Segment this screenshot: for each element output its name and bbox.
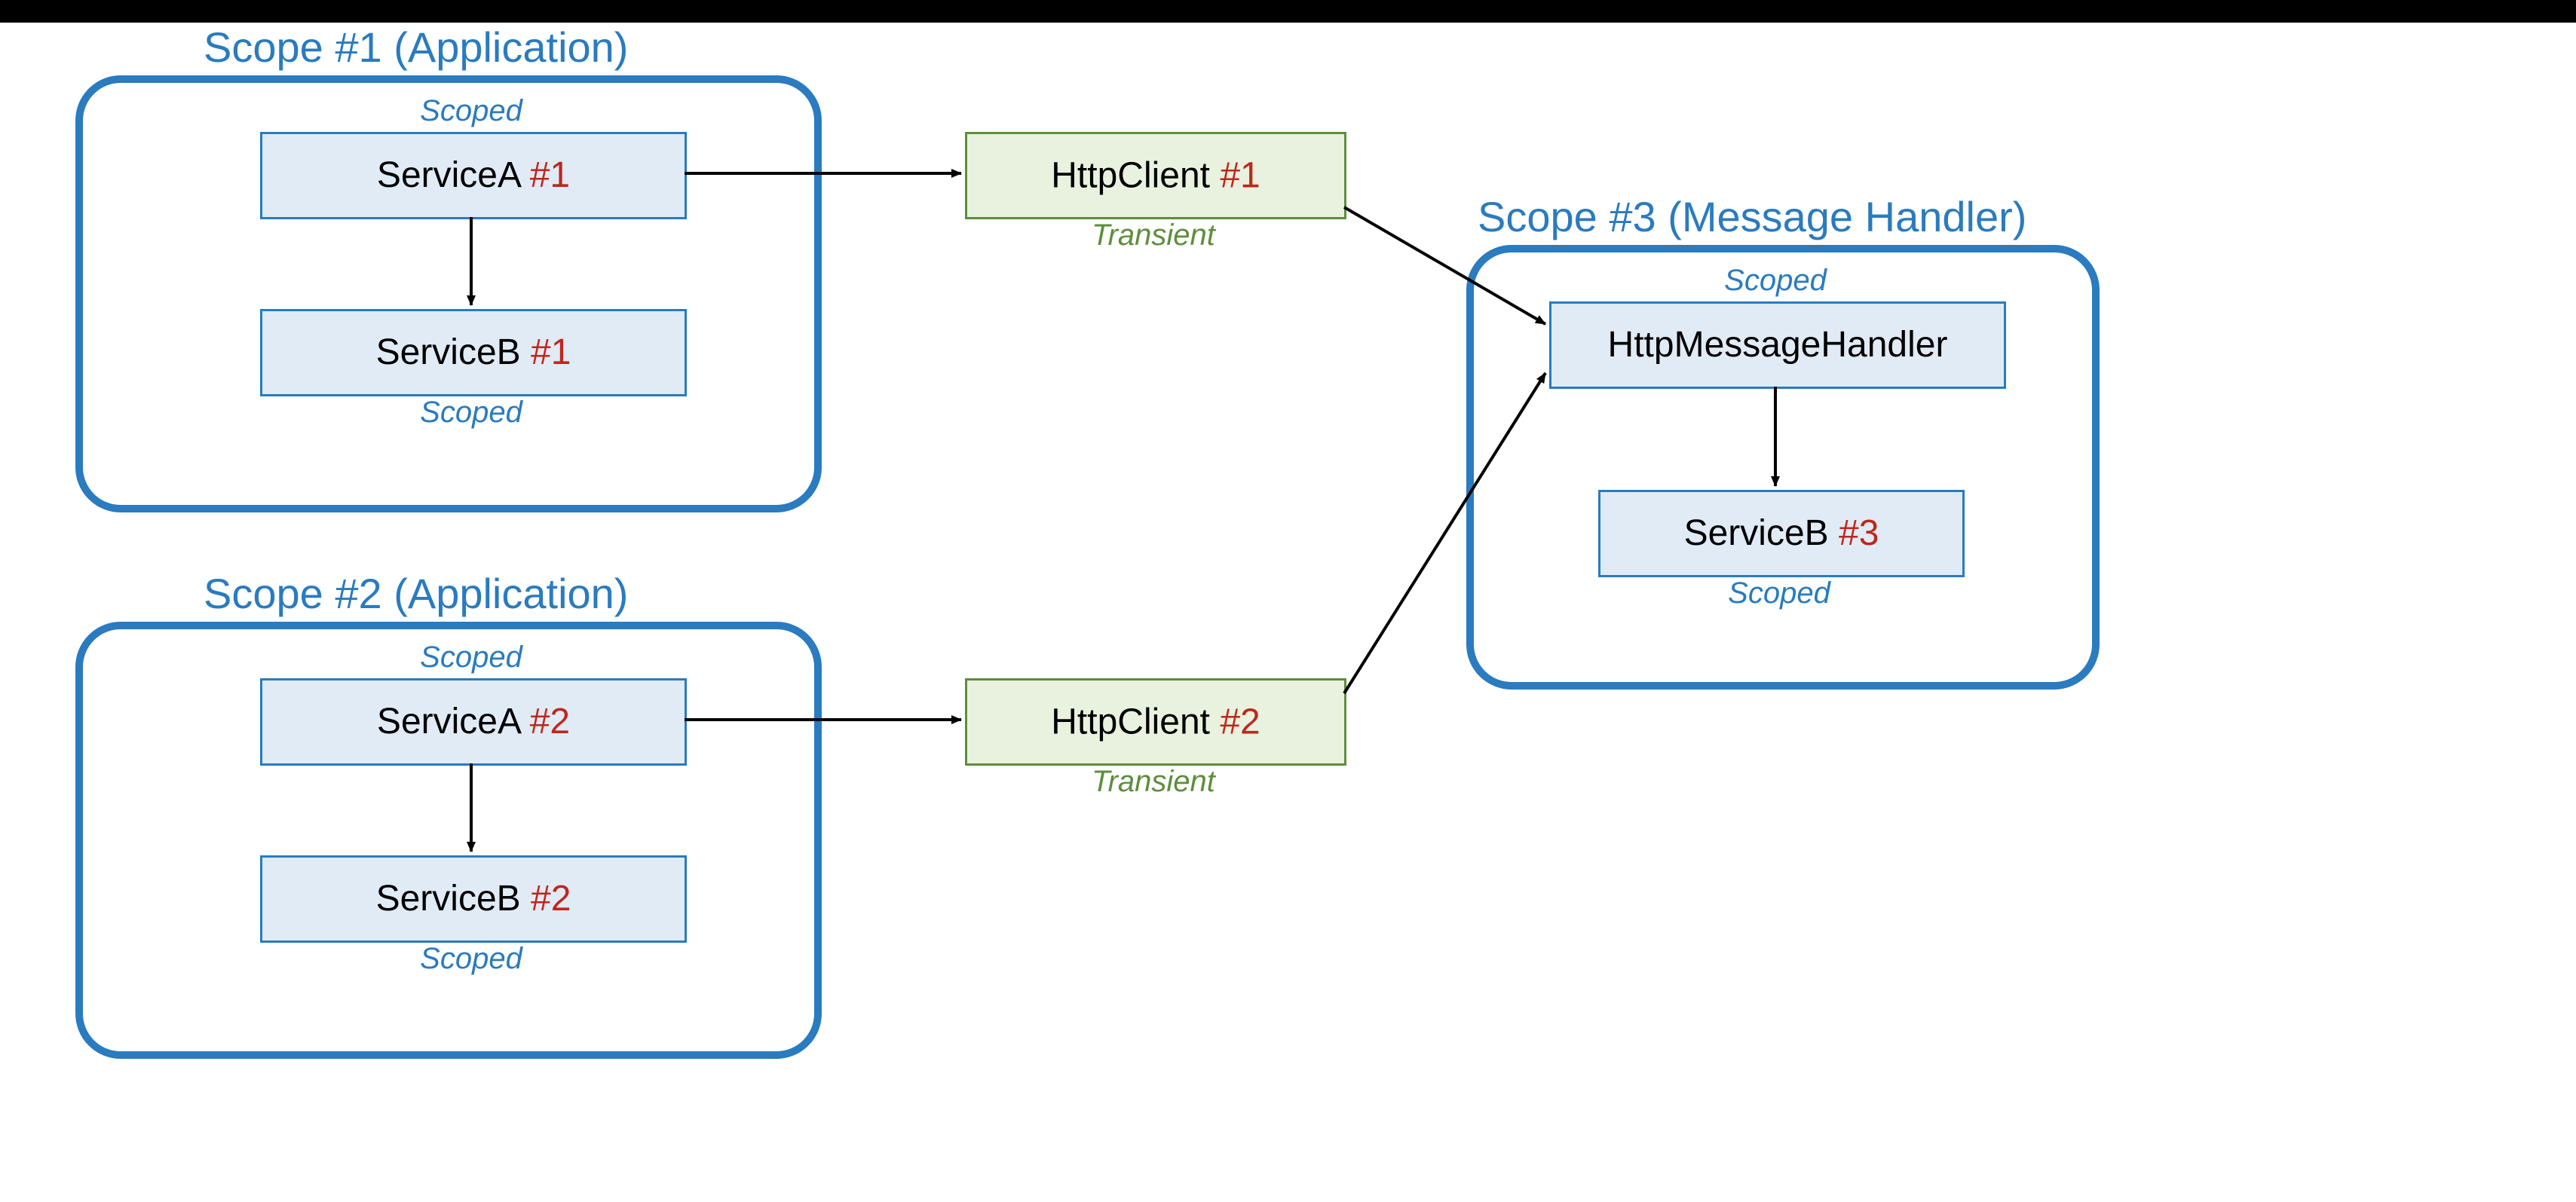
serviceA2-lifetime: Scoped (260, 641, 682, 674)
scope3-title: Scope #3 (Message Handler) (1478, 192, 2026, 241)
scope2-title: Scope #2 (Application) (204, 569, 628, 618)
serviceB2-lifetime: Scoped (260, 942, 682, 976)
serviceB3-lifetime: Scoped (1598, 577, 1960, 610)
serviceA1-name: ServiceA (377, 155, 530, 195)
node-httpClient2: HttpClient #2 (965, 678, 1346, 766)
node-httpClient1: HttpClient #1 (965, 132, 1346, 219)
serviceB1-name: ServiceB (376, 332, 531, 372)
diagram-stage: Scope #1 (Application) Scoped ServiceA #… (0, 0, 2576, 1202)
node-serviceA1: ServiceA #1 (260, 132, 687, 219)
httpClient1-lifetime: Transient (965, 219, 1342, 252)
serviceA2-idx: #2 (530, 702, 570, 742)
node-serviceB2: ServiceB #2 (260, 855, 687, 943)
httpClient1-idx: #1 (1220, 156, 1260, 196)
httpClient2-name: HttpClient (1051, 702, 1220, 742)
httpClient2-lifetime: Transient (965, 765, 1342, 799)
serviceB2-name: ServiceB (376, 879, 531, 919)
serviceA1-lifetime: Scoped (260, 94, 682, 128)
httpClient2-idx: #2 (1220, 702, 1260, 742)
node-serviceA2: ServiceA #2 (260, 678, 687, 766)
serviceA2-name: ServiceA (377, 702, 530, 742)
serviceB1-lifetime: Scoped (260, 396, 682, 430)
serviceA1-idx: #1 (530, 155, 570, 195)
node-serviceB1: ServiceB #1 (260, 309, 687, 396)
serviceB2-idx: #2 (531, 879, 571, 919)
node-serviceB3: ServiceB #3 (1598, 490, 1965, 577)
scope1-title: Scope #1 (Application) (204, 23, 628, 72)
serviceB3-idx: #3 (1839, 513, 1879, 553)
serviceB3-name: ServiceB (1684, 513, 1839, 553)
httpMsgHandler-lifetime: Scoped (1549, 264, 2002, 298)
httpClient1-name: HttpClient (1051, 156, 1220, 196)
httpMsgHandler-name: HttpMessageHandler (1608, 325, 1948, 365)
node-httpMsgHandler: HttpMessageHandler (1549, 301, 2006, 389)
serviceB1-idx: #1 (531, 332, 571, 372)
